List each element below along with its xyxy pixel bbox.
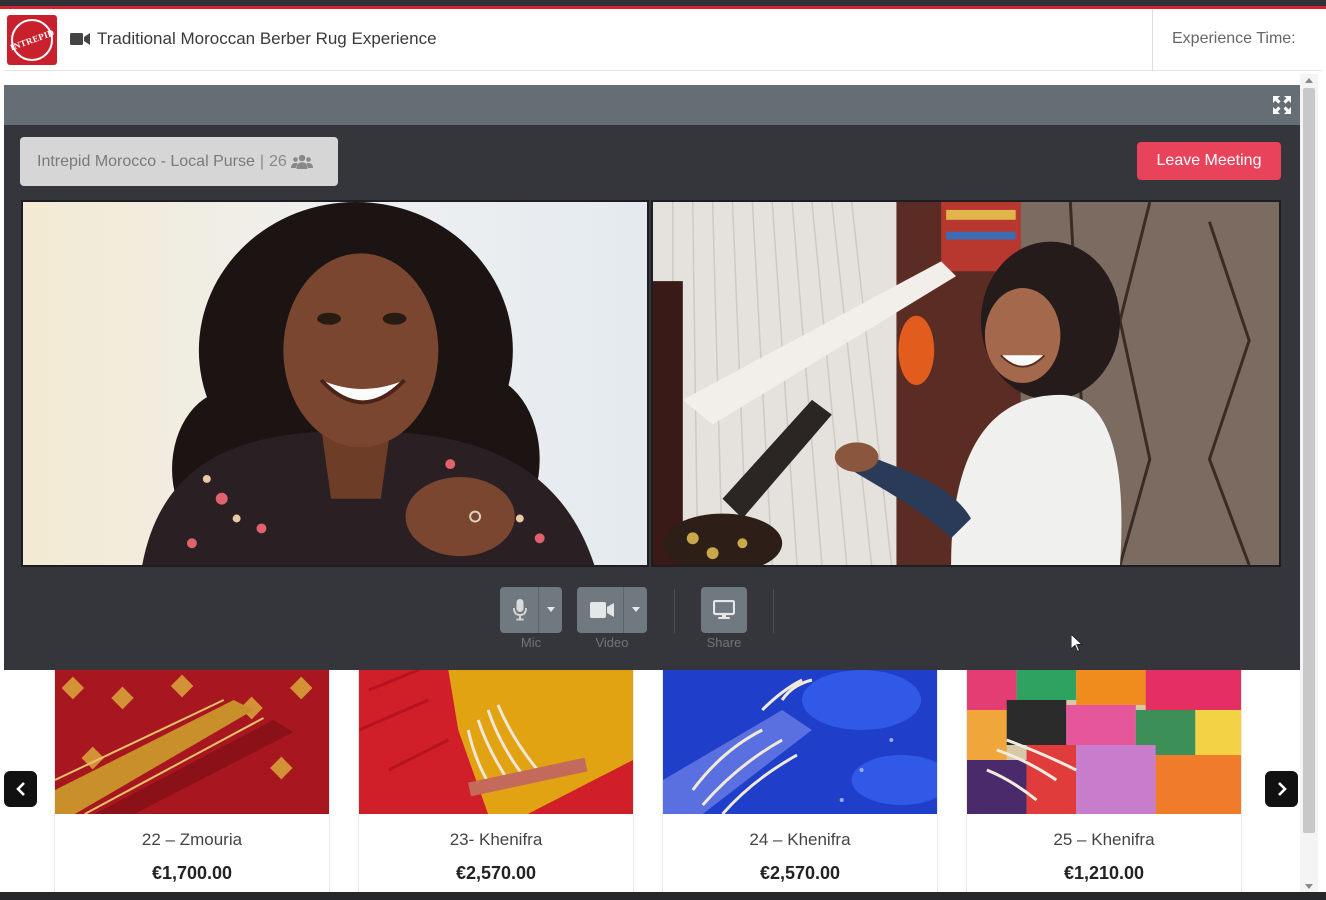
mic-label: Mic xyxy=(520,635,542,650)
microphone-icon xyxy=(513,599,527,621)
product-price: €1,210.00 xyxy=(1063,863,1145,883)
video-tile-weaver xyxy=(651,200,1281,567)
chevron-left-icon xyxy=(15,782,25,796)
product-image[interactable] xyxy=(359,670,633,814)
carousel-prev-button[interactable] xyxy=(4,771,37,807)
share-screen-button[interactable] xyxy=(701,587,747,633)
product-price: €1,700.00 xyxy=(151,863,233,883)
product-name[interactable]: 24 – Khenifra xyxy=(663,830,937,850)
video-tile-host xyxy=(21,200,649,567)
meeting-area: Intrepid Morocco - Local Purse | 26 Leav… xyxy=(4,125,1300,670)
meeting-toolbar xyxy=(4,85,1300,125)
scrollbar-thumb[interactable] xyxy=(1303,88,1315,833)
header: INTREPID Traditional Moroccan Berber Rug… xyxy=(4,9,1322,71)
product-image[interactable] xyxy=(55,670,329,814)
room-info-pill: Intrepid Morocco - Local Purse | 26 xyxy=(20,137,338,186)
share-label: Share xyxy=(706,635,742,650)
video-camera-icon xyxy=(70,33,90,45)
product-image[interactable] xyxy=(663,670,937,814)
chevron-right-icon xyxy=(1277,782,1287,796)
product-carousel: 22 – Zmouria €1,700.00 23- Khenifra €2,5… xyxy=(4,670,1300,892)
product-price: €2,570.00 xyxy=(759,863,841,883)
host-video-image xyxy=(23,202,647,565)
carousel-next-button[interactable] xyxy=(1265,771,1298,807)
participants-icon xyxy=(290,154,313,169)
product-card[interactable]: 23- Khenifra €2,570.00 xyxy=(358,670,634,892)
video-camera-icon xyxy=(590,602,614,618)
room-separator: | xyxy=(259,152,265,170)
weaver-video-image xyxy=(653,202,1279,565)
scroll-up-arrow-icon[interactable] xyxy=(1305,78,1313,83)
video-button[interactable] xyxy=(577,587,647,633)
header-divider xyxy=(1152,9,1153,71)
caret-down-icon xyxy=(632,607,640,612)
controls-divider xyxy=(674,589,675,633)
product-name[interactable]: 22 – Zmouria xyxy=(55,830,329,850)
product-name[interactable]: 25 – Khenifra xyxy=(967,830,1241,850)
page-scrollbar[interactable] xyxy=(1300,74,1318,892)
intrepid-logo[interactable]: INTREPID xyxy=(7,15,57,65)
monitor-icon xyxy=(713,600,735,619)
logo-text: INTREPID xyxy=(8,27,56,53)
product-name[interactable]: 23- Khenifra xyxy=(359,830,633,850)
participant-count: 26 xyxy=(269,152,287,170)
caret-down-icon xyxy=(547,607,555,612)
product-price: €2,570.00 xyxy=(455,863,537,883)
scroll-down-arrow-icon[interactable] xyxy=(1305,884,1313,889)
product-card[interactable]: 22 – Zmouria €1,700.00 xyxy=(54,670,330,892)
video-label: Video xyxy=(595,635,629,650)
product-card[interactable]: 25 – Khenifra €1,210.00 xyxy=(966,670,1242,892)
room-name: Intrepid Morocco - Local Purse xyxy=(37,152,255,170)
fullscreen-icon[interactable] xyxy=(1273,96,1291,114)
video-options-dropdown[interactable] xyxy=(623,587,647,633)
experience-time-label: Experience Time: xyxy=(1172,30,1296,47)
leave-meeting-button[interactable]: Leave Meeting xyxy=(1137,142,1281,180)
app-window: INTREPID Traditional Moroccan Berber Rug… xyxy=(0,0,1326,900)
product-image[interactable] xyxy=(967,670,1241,814)
mic-options-dropdown[interactable] xyxy=(538,587,562,633)
product-card[interactable]: 24 – Khenifra €2,570.00 xyxy=(662,670,938,892)
controls-divider xyxy=(773,589,774,633)
top-border xyxy=(0,0,1326,9)
meeting-controls: Mic Video Share xyxy=(4,585,1300,655)
mouse-pointer-icon xyxy=(1071,634,1083,652)
bottom-border xyxy=(0,892,1326,900)
experience-title: Traditional Moroccan Berber Rug Experien… xyxy=(97,29,437,48)
mic-button[interactable] xyxy=(500,587,562,633)
